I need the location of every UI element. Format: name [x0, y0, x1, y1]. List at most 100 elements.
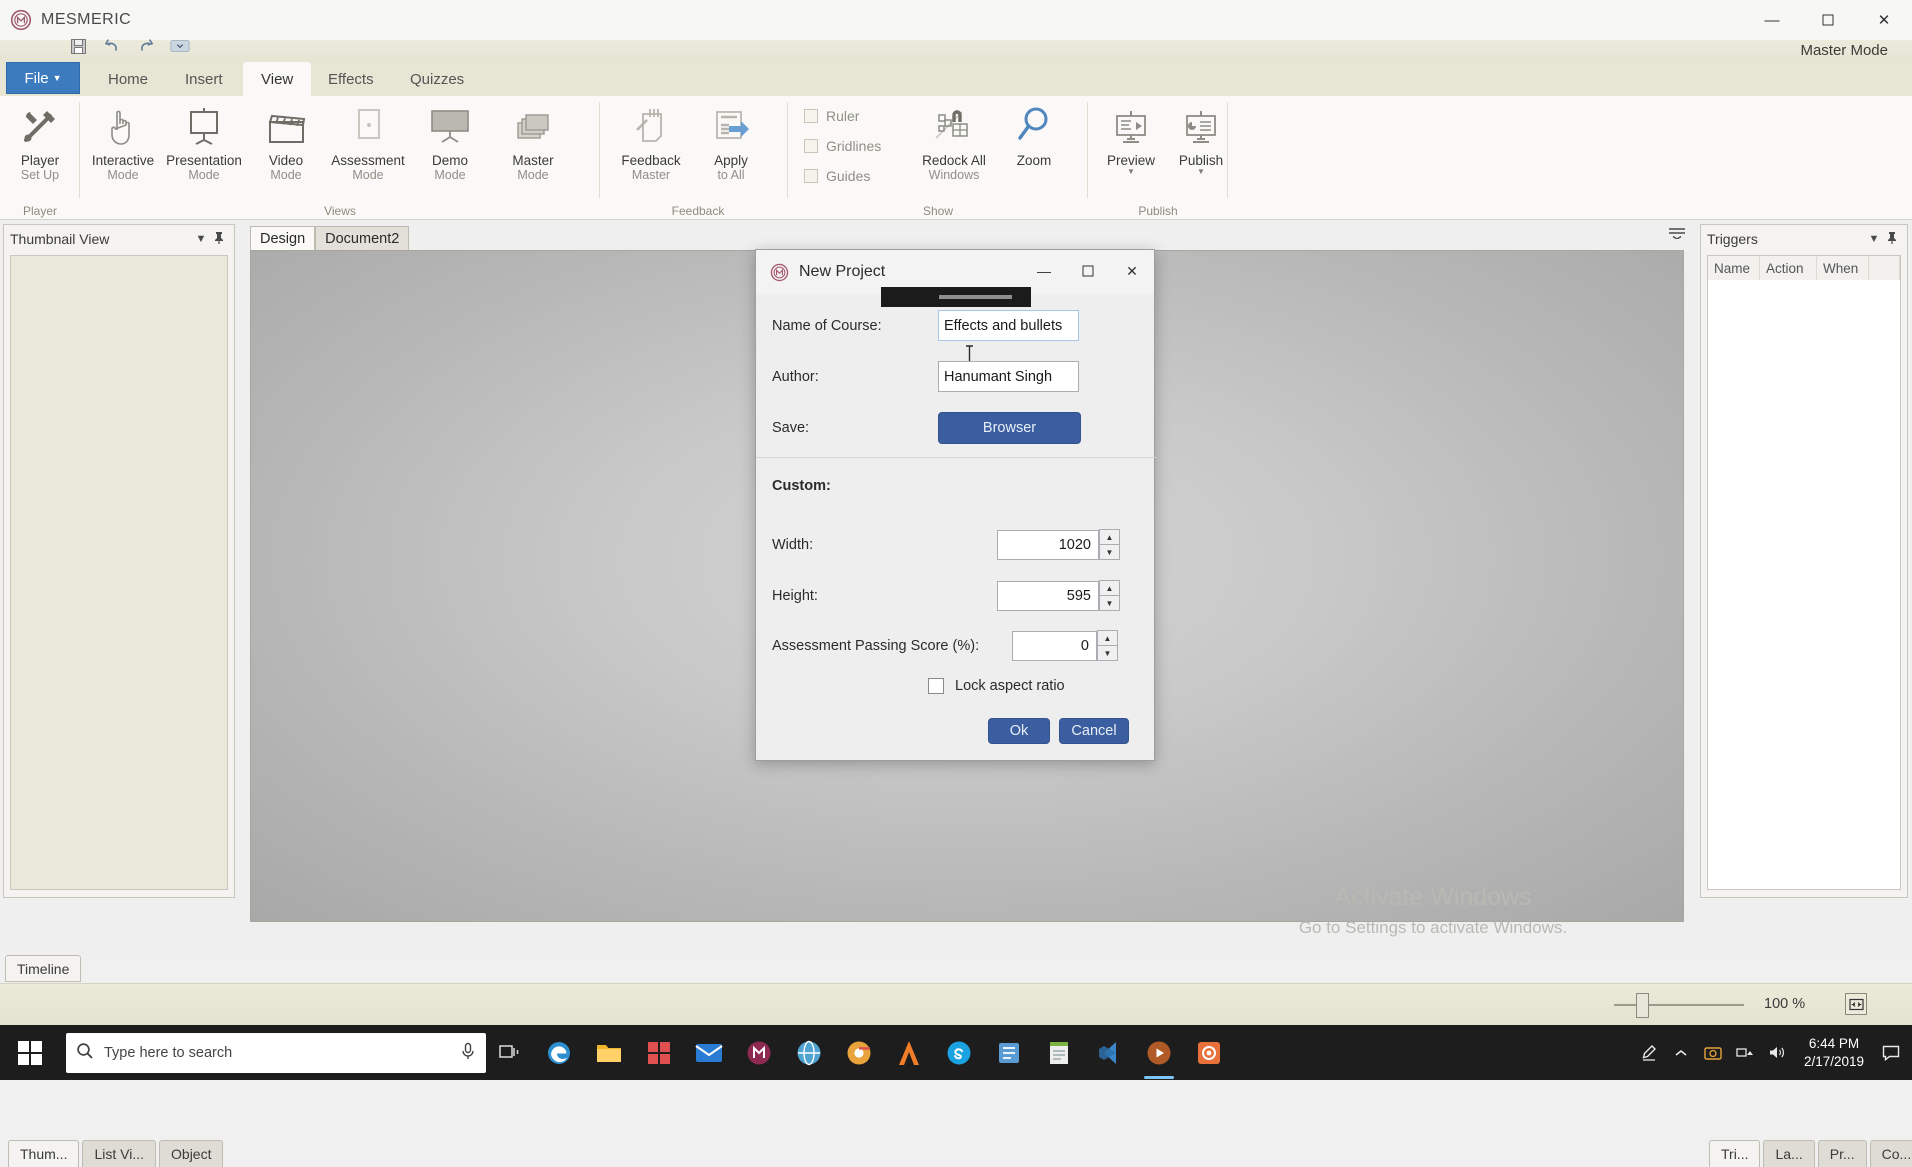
taskbar-app-file-explorer-icon[interactable]	[584, 1025, 634, 1080]
maximize-button[interactable]	[1800, 0, 1856, 40]
checkbox-gridlines[interactable]: Gridlines	[804, 138, 881, 154]
zoom-slider[interactable]	[1614, 993, 1744, 1018]
pin-icon[interactable]	[210, 231, 228, 248]
volume-icon[interactable]	[1762, 1025, 1792, 1080]
chevron-down-icon[interactable]	[170, 36, 190, 56]
close-button[interactable]: ✕	[1856, 0, 1912, 40]
taskbar-clock[interactable]: 6:44 PM 2/17/2019	[1794, 1035, 1874, 1071]
ribbon-button-assessment-mode[interactable]: Assessment Mode	[320, 102, 416, 183]
tab-home[interactable]: Home	[90, 62, 166, 96]
course-name-input[interactable]: Effects and bullets	[938, 310, 1079, 341]
taskbar-app-skype-icon[interactable]	[934, 1025, 984, 1080]
height-input[interactable]: 595	[997, 580, 1099, 611]
notification-icon[interactable]	[1876, 1025, 1906, 1080]
stepper-up-icon[interactable]: ▲	[1099, 529, 1120, 545]
ribbon-button-publish[interactable]: Publish ▼	[1158, 102, 1244, 176]
tab-view[interactable]: View	[243, 62, 312, 96]
dialog-maximize-button[interactable]	[1066, 250, 1110, 292]
stepper-down-icon[interactable]: ▼	[1097, 646, 1118, 661]
left-tab-list-view[interactable]: List Vi...	[82, 1140, 157, 1167]
microphone-icon[interactable]	[460, 1042, 476, 1063]
taskbar-app-vscode-icon[interactable]	[1084, 1025, 1134, 1080]
taskbar-app-mail-icon[interactable]	[684, 1025, 734, 1080]
zoom-slider-knob[interactable]	[1636, 993, 1649, 1018]
ribbon-button-interactive-mode[interactable]: Interactive Mode	[80, 102, 166, 183]
chevron-down-icon[interactable]: ▼	[192, 233, 210, 245]
right-tab-properties[interactable]: Pr...	[1817, 1140, 1867, 1167]
cancel-button[interactable]: Cancel	[1059, 718, 1129, 744]
right-tab-layers[interactable]: La...	[1763, 1140, 1815, 1167]
passing-score-input[interactable]: 0	[1012, 630, 1097, 661]
dialog-minimize-button[interactable]: —	[1022, 250, 1066, 292]
pin-icon[interactable]	[1883, 231, 1901, 248]
triggers-table[interactable]: Name Action When	[1707, 255, 1901, 890]
camera-icon[interactable]	[1698, 1025, 1728, 1080]
ribbon-button-master-mode[interactable]: Master Mode	[495, 102, 571, 183]
timeline-tab[interactable]: Timeline	[5, 955, 82, 982]
left-tab-object[interactable]: Object	[159, 1140, 224, 1167]
file-tab[interactable]: File ▼	[6, 62, 80, 94]
passing-score-stepper[interactable]: ▲ ▼	[1097, 630, 1118, 661]
document-tab-design[interactable]: Design	[250, 226, 316, 250]
overflow-menu-icon[interactable]	[1668, 227, 1686, 242]
browser-button[interactable]: Browser	[938, 412, 1081, 444]
stepper-up-icon[interactable]: ▲	[1099, 580, 1120, 596]
ribbon-button-video-mode[interactable]: Video Mode	[253, 102, 319, 183]
tab-insert[interactable]: Insert	[167, 62, 241, 96]
taskbar-app-office-icon[interactable]	[984, 1025, 1034, 1080]
document-tab-document2[interactable]: Document2	[315, 226, 410, 250]
new-project-dialog[interactable]: New Project — ✕ Name of Course: Effects …	[755, 249, 1156, 761]
chevron-down-icon[interactable]: ▼	[1127, 168, 1135, 176]
column-header-action[interactable]: Action	[1760, 256, 1817, 280]
ribbon-button-redock-all-windows[interactable]: Redock All Windows	[906, 102, 1002, 183]
pen-icon[interactable]	[1634, 1025, 1664, 1080]
taskbar-app-creative-icon[interactable]	[884, 1025, 934, 1080]
search-input[interactable]: Type here to search	[66, 1032, 486, 1073]
taskbar-app-media-icon[interactable]	[1134, 1025, 1184, 1080]
taskbar-app-recorder-icon[interactable]	[1184, 1025, 1234, 1080]
redo-icon[interactable]	[136, 36, 156, 56]
ribbon-button-apply-to-all[interactable]: Apply to All	[688, 102, 774, 183]
fit-to-screen-icon[interactable]	[1845, 993, 1867, 1015]
checkbox-ruler[interactable]: Ruler	[804, 108, 859, 124]
taskbar-app-mesmeric-icon[interactable]	[734, 1025, 784, 1080]
windows-start-icon[interactable]	[0, 1025, 60, 1080]
right-tab-content[interactable]: Co...	[1869, 1140, 1912, 1167]
stepper-down-icon[interactable]: ▼	[1099, 596, 1120, 611]
ribbon-button-zoom[interactable]: Zoom	[1001, 102, 1067, 168]
checkbox-guides[interactable]: Guides	[804, 168, 870, 184]
width-stepper[interactable]: ▲ ▼	[1099, 529, 1120, 560]
ribbon-button-player-setup[interactable]: Player Set Up	[0, 102, 83, 183]
task-view-icon[interactable]	[486, 1025, 534, 1080]
column-header-when[interactable]: When	[1817, 256, 1869, 280]
taskbar-app-chrome-icon[interactable]	[834, 1025, 884, 1080]
chevron-down-icon[interactable]: ▼	[1865, 233, 1883, 245]
author-input[interactable]: Hanumant Singh	[938, 361, 1079, 392]
thumbnail-list[interactable]	[10, 255, 228, 890]
taskbar-app-store-icon[interactable]	[634, 1025, 684, 1080]
dialog-close-button[interactable]: ✕	[1110, 250, 1154, 292]
right-tab-triggers[interactable]: Tri...	[1709, 1140, 1761, 1167]
network-icon[interactable]	[1730, 1025, 1760, 1080]
taskbar-app-edge-icon[interactable]	[534, 1025, 584, 1080]
taskbar-app-notes-icon[interactable]	[1034, 1025, 1084, 1080]
column-header-name[interactable]: Name	[1708, 256, 1760, 280]
save-icon[interactable]	[68, 36, 88, 56]
stepper-down-icon[interactable]: ▼	[1099, 545, 1120, 560]
ribbon-button-presentation-mode[interactable]: Presentation Mode	[161, 102, 247, 183]
width-input[interactable]: 1020	[997, 529, 1099, 560]
ribbon-button-demo-mode[interactable]: Demo Mode	[417, 102, 483, 183]
taskbar-app-browser-icon[interactable]	[784, 1025, 834, 1080]
tab-effects[interactable]: Effects	[310, 62, 392, 96]
ok-button[interactable]: Ok	[988, 718, 1050, 744]
height-stepper[interactable]: ▲ ▼	[1099, 580, 1120, 611]
undo-icon[interactable]	[102, 36, 122, 56]
minimize-button[interactable]: —	[1744, 0, 1800, 40]
lock-aspect-ratio-checkbox[interactable]: Lock aspect ratio	[928, 678, 1065, 694]
ribbon-button-feedback-master[interactable]: Feedback Master	[608, 102, 694, 183]
stepper-up-icon[interactable]: ▲	[1097, 630, 1118, 646]
left-tab-thumbnail[interactable]: Thum...	[8, 1140, 80, 1167]
tab-quizzes[interactable]: Quizzes	[392, 62, 482, 96]
chevron-down-icon[interactable]: ▼	[1197, 168, 1205, 176]
chevron-up-icon[interactable]	[1666, 1025, 1696, 1080]
